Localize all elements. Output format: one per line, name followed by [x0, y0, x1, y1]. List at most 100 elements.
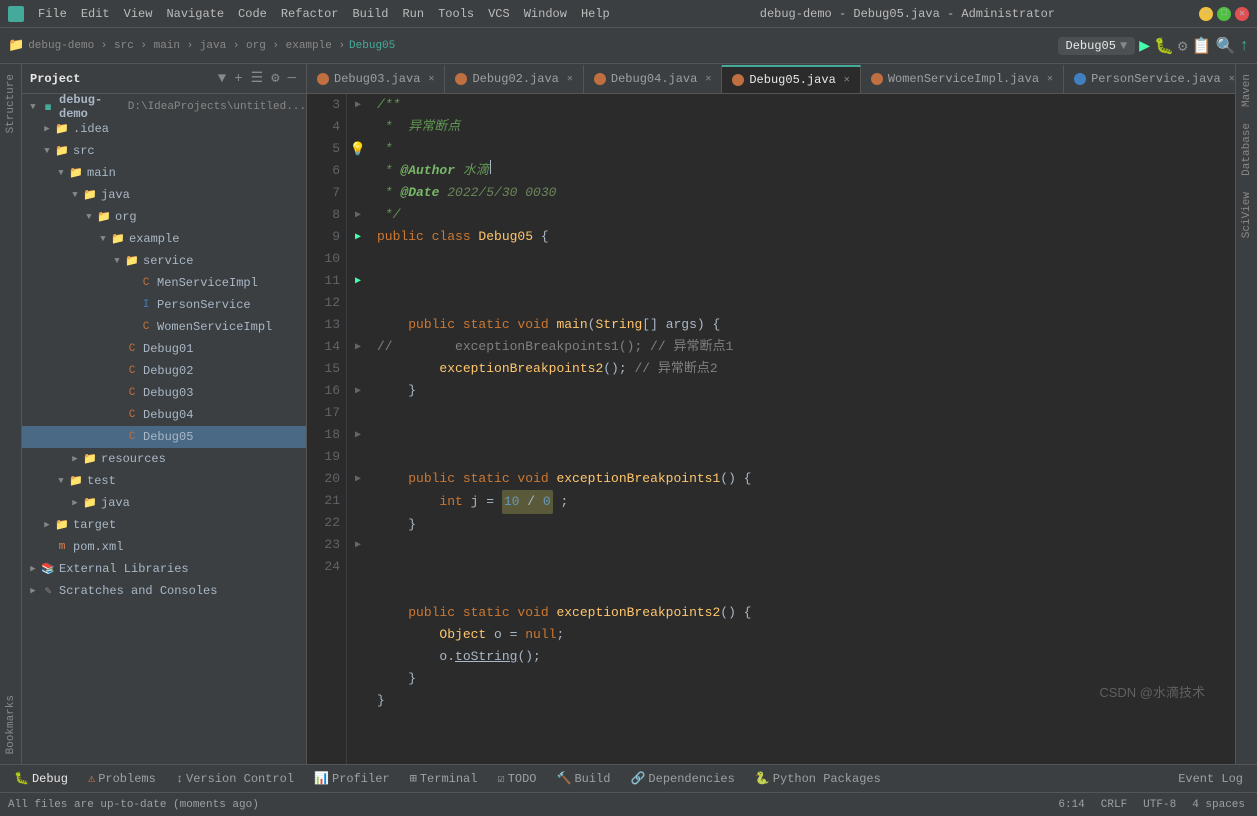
tree-item-debug01[interactable]: ▶ C Debug01 [22, 338, 306, 360]
gutter-line-11[interactable]: ▶ [347, 270, 369, 292]
tree-item-test[interactable]: ▼ 📁 test [22, 470, 306, 492]
indent-setting[interactable]: 4 spaces [1188, 799, 1249, 811]
database-tab[interactable]: Database [1239, 117, 1255, 182]
tab-close-icon[interactable]: ✕ [1229, 73, 1235, 85]
menu-file[interactable]: File [32, 5, 73, 23]
run-config-selector[interactable]: Debug05 ▼ [1058, 37, 1136, 55]
tree-item-debug03[interactable]: ▶ C Debug03 [22, 382, 306, 404]
tree-item-org[interactable]: ▼ 📁 org [22, 206, 306, 228]
editor-area: Debug03.java ✕ Debug02.java ✕ Debug04.ja… [307, 64, 1235, 764]
tree-item-external-libraries[interactable]: ▶ 📚 External Libraries [22, 558, 306, 580]
window-minimize[interactable]: ─ [1199, 7, 1213, 21]
window-maximize[interactable]: □ [1217, 7, 1231, 21]
sciview-tab[interactable]: SciView [1239, 186, 1255, 244]
tab-debug05[interactable]: Debug05.java ✕ [722, 65, 860, 93]
tree-item-womenserviceimpl[interactable]: ▶ C WomenServiceImpl [22, 316, 306, 338]
tree-label: resources [101, 452, 166, 466]
toolbar-btn-3[interactable]: ⚙ [1178, 36, 1188, 56]
search-btn[interactable]: 🔍 [1215, 36, 1235, 56]
cursor-position[interactable]: 6:14 [1054, 799, 1088, 811]
maven-tab[interactable]: Maven [1239, 68, 1255, 113]
bookmarks-tab[interactable]: Bookmarks [3, 689, 19, 760]
tab-debug02[interactable]: Debug02.java ✕ [445, 65, 583, 93]
tree-item-service[interactable]: ▼ 📁 service [22, 250, 306, 272]
menu-refactor[interactable]: Refactor [275, 5, 345, 23]
tree-label: main [87, 166, 116, 180]
tree-item-debug-demo[interactable]: ▼ ◼ debug-demo D:\IdeaProjects\untitled.… [22, 96, 306, 118]
sidebar-gear-icon[interactable]: ⚙ [269, 68, 281, 89]
sidebar-dropdown-icon[interactable]: ▼ [216, 69, 228, 89]
run-button[interactable]: ▶ [1139, 35, 1150, 57]
bottom-toolbar: 🐛 Debug ⚠ Problems ↕ Version Control 📊 P… [0, 764, 1257, 792]
encoding[interactable]: UTF-8 [1139, 799, 1180, 811]
toolbar-project-icon: 📁 [8, 38, 24, 53]
menu-vcs[interactable]: VCS [482, 5, 516, 23]
menu-code[interactable]: Code [232, 5, 273, 23]
python-packages-tool[interactable]: 🐍 Python Packages [749, 769, 887, 788]
tree-item-target[interactable]: ▶ 📁 target [22, 514, 306, 536]
tree-item-resources[interactable]: ▶ 📁 resources [22, 448, 306, 470]
gutter-line-21 [347, 490, 369, 512]
gutter-line-17 [347, 402, 369, 424]
menu-edit[interactable]: Edit [75, 5, 116, 23]
tab-personservice[interactable]: PersonService.java ✕ [1064, 65, 1235, 93]
menu-view[interactable]: View [118, 5, 159, 23]
tree-item-src[interactable]: ▼ 📁 src [22, 140, 306, 162]
tab-close-icon[interactable]: ✕ [844, 74, 850, 86]
sidebar-scroll-icon[interactable]: ☰ [249, 68, 266, 89]
tab-close-icon[interactable]: ✕ [1047, 73, 1053, 85]
tree-label: Debug05 [143, 430, 193, 444]
sidebar-add-icon[interactable]: + [232, 69, 244, 89]
tree-item-java[interactable]: ▼ 📁 java [22, 184, 306, 206]
tree-item-main[interactable]: ▼ 📁 main [22, 162, 306, 184]
tree-item-personservice[interactable]: ▶ I PersonService [22, 294, 306, 316]
tree-item-menserviceimpl[interactable]: ▶ C MenServiceImpl [22, 272, 306, 294]
debug-button[interactable]: 🐛 [1154, 36, 1174, 56]
tab-close-icon[interactable]: ✕ [705, 73, 711, 85]
tree-item-debug05[interactable]: ▶ C Debug05 [22, 426, 306, 448]
tab-debug04[interactable]: Debug04.java ✕ [584, 65, 722, 93]
event-log-tool[interactable]: Event Log [1172, 770, 1249, 788]
run-config-arrow: ▼ [1120, 39, 1127, 53]
tree-item-debug04[interactable]: ▶ C Debug04 [22, 404, 306, 426]
java-file-icon: C [124, 363, 140, 379]
structure-tab[interactable]: Structure [3, 68, 19, 139]
profiler-tool[interactable]: 📊 Profiler [308, 769, 396, 788]
interface-file-icon: I [138, 297, 154, 313]
todo-tool[interactable]: ☑ TODO [491, 769, 542, 788]
window-close[interactable]: ✕ [1235, 7, 1249, 21]
menu-build[interactable]: Build [346, 5, 394, 23]
gutter-line-9[interactable]: ▶ [347, 226, 369, 248]
code-line-12: // exceptionBreakpoints1(); // 异常断点1 [377, 336, 1227, 358]
tree-item-idea[interactable]: ▶ 📁 .idea [22, 118, 306, 140]
tree-path: D:\IdeaProjects\untitled... [128, 101, 306, 113]
tree-item-debug02[interactable]: ▶ C Debug02 [22, 360, 306, 382]
tree-label: Debug01 [143, 342, 193, 356]
version-control-tool[interactable]: ↕ Version Control [170, 770, 300, 788]
tree-item-test-java[interactable]: ▶ 📁 java [22, 492, 306, 514]
terminal-tool[interactable]: ⊞ Terminal [404, 769, 484, 788]
menu-help[interactable]: Help [575, 5, 616, 23]
tree-item-pomxml[interactable]: ▶ m pom.xml [22, 536, 306, 558]
problems-tool[interactable]: ⚠ Problems [82, 769, 162, 788]
sidebar-minimize-icon[interactable]: ─ [286, 69, 298, 89]
gutter-line-5[interactable]: 💡 [347, 138, 369, 160]
menu-navigate[interactable]: Navigate [160, 5, 230, 23]
build-icon: 🔨 [557, 771, 572, 786]
tree-item-scratches[interactable]: ▶ ✎ Scratches and Consoles [22, 580, 306, 602]
debug-tool[interactable]: 🐛 Debug [8, 769, 74, 788]
update-btn[interactable]: ↑ [1239, 37, 1249, 55]
tree-item-example[interactable]: ▼ 📁 example [22, 228, 306, 250]
tab-close-icon[interactable]: ✕ [428, 73, 434, 85]
dependencies-tool[interactable]: 🔗 Dependencies [624, 769, 740, 788]
menu-run[interactable]: Run [396, 5, 430, 23]
tab-close-icon[interactable]: ✕ [567, 73, 573, 85]
toolbar-btn-4[interactable]: 📋 [1192, 36, 1212, 56]
menu-window[interactable]: Window [518, 5, 573, 23]
build-tool[interactable]: 🔨 Build [551, 769, 617, 788]
menu-tools[interactable]: Tools [432, 5, 480, 23]
tab-debug03[interactable]: Debug03.java ✕ [307, 65, 445, 93]
tab-womenserviceimpl[interactable]: WomenServiceImpl.java ✕ [861, 65, 1064, 93]
line-separator[interactable]: CRLF [1097, 799, 1131, 811]
code-content[interactable]: /** * 异常断点 * * @Author 水滴 * @Date 2022/5… [369, 94, 1235, 764]
